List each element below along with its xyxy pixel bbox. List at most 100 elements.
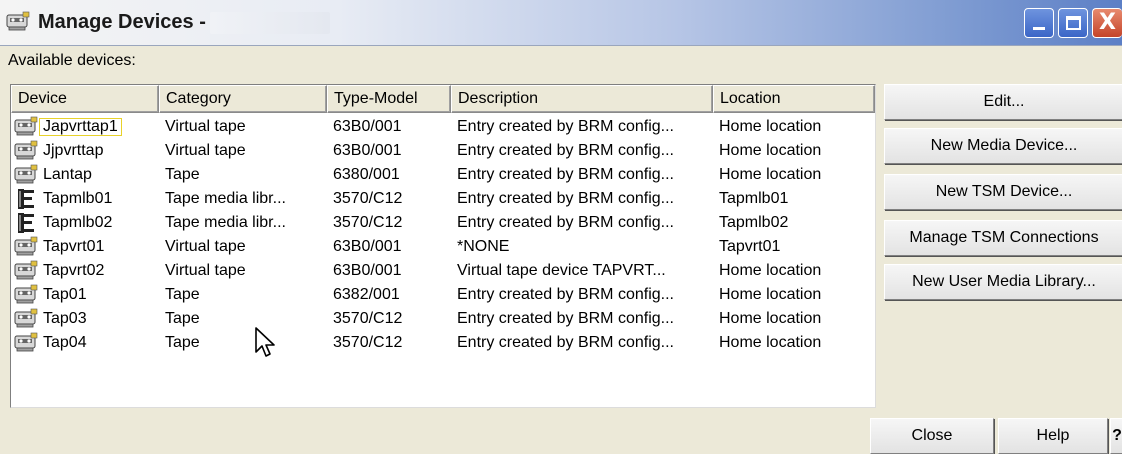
cell-category: Virtual tape — [165, 262, 246, 279]
cell-description: Entry created by BRM config... — [457, 310, 674, 327]
cell-category: Virtual tape — [165, 238, 246, 255]
cell-description: Entry created by BRM config... — [457, 214, 674, 231]
column-header-device[interactable]: Device — [11, 85, 159, 113]
table-row[interactable]: Tapmlb01 Tape media libr... 3570/C12 Entry … — [11, 187, 875, 211]
device-name: Tap01 — [43, 286, 87, 303]
cell-location: Home location — [719, 334, 822, 351]
media-library-icon — [13, 212, 39, 234]
minimize-icon — [1033, 27, 1045, 30]
media-library-icon — [13, 188, 39, 210]
edit-button[interactable]: Edit... — [884, 84, 1122, 120]
device-name: Lantap — [43, 166, 92, 183]
whats-this-button[interactable]: ? — [1110, 418, 1122, 454]
cell-device: Tapvrt01 — [11, 236, 159, 258]
cell-type-model: 3570/C12 — [333, 310, 403, 327]
table-row[interactable]: Tapvrt01 Virtual tape 63B0/001 *NONE Tapvrt0… — [11, 235, 875, 259]
column-header-description[interactable]: Description — [451, 85, 713, 113]
table-row[interactable]: Tap01 Tape 6382/001 Entry created by BRM co… — [11, 283, 875, 307]
redacted-title-area — [210, 12, 330, 34]
cell-device: Tap01 — [11, 284, 159, 306]
cell-description: Entry created by BRM config... — [457, 334, 674, 351]
cell-category: Tape — [165, 310, 200, 327]
cell-location: Home location — [719, 262, 822, 279]
table-header: Device Category Type-Model Description L… — [11, 85, 875, 113]
window-title: Manage Devices - — [38, 11, 206, 33]
cell-location: Tapvrt01 — [719, 238, 781, 255]
cell-type-model: 3570/C12 — [333, 214, 403, 231]
devices-table[interactable]: Device Category Type-Model Description L… — [10, 84, 876, 408]
cell-description: Virtual tape device TAPVRT... — [457, 262, 666, 279]
cell-type-model: 63B0/001 — [333, 238, 402, 255]
device-name: Japvrttap1 — [39, 118, 122, 136]
column-header-type-model[interactable]: Type-Model — [327, 85, 451, 113]
tape-device-icon — [13, 284, 39, 306]
tape-device-icon — [13, 140, 39, 162]
cell-category: Virtual tape — [165, 142, 246, 159]
table-row[interactable]: Tap03 Tape 3570/C12 Entry created by BRM co… — [11, 307, 875, 331]
tape-device-icon — [13, 236, 39, 258]
table-row[interactable]: Jjpvrttap Virtual tape 63B0/001 Entry creat… — [11, 139, 875, 163]
new-media-device-button[interactable]: New Media Device... — [884, 128, 1122, 164]
cell-type-model: 3570/C12 — [333, 334, 403, 351]
cell-location: Home location — [719, 142, 822, 159]
cell-description: Entry created by BRM config... — [457, 286, 674, 303]
device-name: Tap04 — [43, 334, 87, 351]
cell-location: Tapmlb01 — [719, 190, 789, 207]
cell-type-model: 3570/C12 — [333, 190, 403, 207]
minimize-button[interactable] — [1024, 8, 1054, 38]
cell-device: Jjpvrttap — [11, 140, 159, 162]
table-row[interactable]: Lantap Tape 6380/001 Entry created by BRM c… — [11, 163, 875, 187]
mouse-pointer-icon — [255, 327, 275, 357]
cell-category: Tape media libr... — [165, 214, 286, 231]
help-button[interactable]: Help — [998, 418, 1108, 454]
device-name: Tap03 — [43, 310, 87, 327]
tape-device-icon — [13, 308, 39, 330]
cell-category: Virtual tape — [165, 118, 246, 135]
tape-device-icon — [13, 332, 39, 354]
cell-location: Home location — [719, 310, 822, 327]
device-name: Tapvrt01 — [43, 238, 105, 255]
tape-device-icon — [13, 260, 39, 282]
available-devices-label: Available devices: — [8, 52, 136, 69]
device-name: Tapmlb02 — [43, 214, 113, 231]
tape-device-icon — [6, 11, 30, 31]
cell-category: Tape — [165, 334, 200, 351]
cell-device: Japvrttap1 — [11, 116, 159, 138]
table-row[interactable]: Tap04 Tape 3570/C12 Entry created by BRM co… — [11, 331, 875, 355]
device-name: Jjpvrttap — [43, 142, 104, 159]
cell-device: Lantap — [11, 164, 159, 186]
close-window-button[interactable]: X — [1092, 8, 1122, 38]
cell-category: Tape — [165, 286, 200, 303]
cell-description: Entry created by BRM config... — [457, 118, 674, 135]
cell-type-model: 63B0/001 — [333, 118, 402, 135]
column-header-location[interactable]: Location — [713, 85, 875, 113]
cell-device: Tapmlb02 — [11, 212, 159, 234]
cell-type-model: 6382/001 — [333, 286, 400, 303]
table-body: Japvrttap1 Virtual tape 63B0/001 Entry crea… — [11, 115, 875, 355]
cell-location: Home location — [719, 286, 822, 303]
cell-type-model: 63B0/001 — [333, 262, 402, 279]
tape-device-icon — [13, 164, 39, 186]
cell-description: *NONE — [457, 238, 510, 255]
new-tsm-device-button[interactable]: New TSM Device... — [884, 174, 1122, 210]
close-button[interactable]: Close — [870, 418, 994, 454]
column-header-category[interactable]: Category — [159, 85, 327, 113]
cell-device: Tap04 — [11, 332, 159, 354]
cell-device: Tapvrt02 — [11, 260, 159, 282]
device-name: Tapvrt02 — [43, 262, 105, 279]
manage-tsm-connections-button[interactable]: Manage TSM Connections — [884, 220, 1122, 256]
cell-category: Tape — [165, 166, 200, 183]
device-name: Tapmlb01 — [43, 190, 113, 207]
maximize-button[interactable] — [1058, 8, 1088, 38]
new-user-media-library-button[interactable]: New User Media Library... — [884, 264, 1122, 300]
title-bar[interactable]: Manage Devices - X — [0, 0, 1122, 46]
cell-description: Entry created by BRM config... — [457, 142, 674, 159]
table-row[interactable]: Japvrttap1 Virtual tape 63B0/001 Entry crea… — [11, 115, 875, 139]
cell-device: Tapmlb01 — [11, 188, 159, 210]
cell-description: Entry created by BRM config... — [457, 190, 674, 207]
tape-device-icon — [13, 116, 39, 138]
table-row[interactable]: Tapvrt02 Virtual tape 63B0/001 Virtual tape… — [11, 259, 875, 283]
cell-location: Home location — [719, 118, 822, 135]
cell-location: Tapmlb02 — [719, 214, 789, 231]
table-row[interactable]: Tapmlb02 Tape media libr... 3570/C12 Entry … — [11, 211, 875, 235]
